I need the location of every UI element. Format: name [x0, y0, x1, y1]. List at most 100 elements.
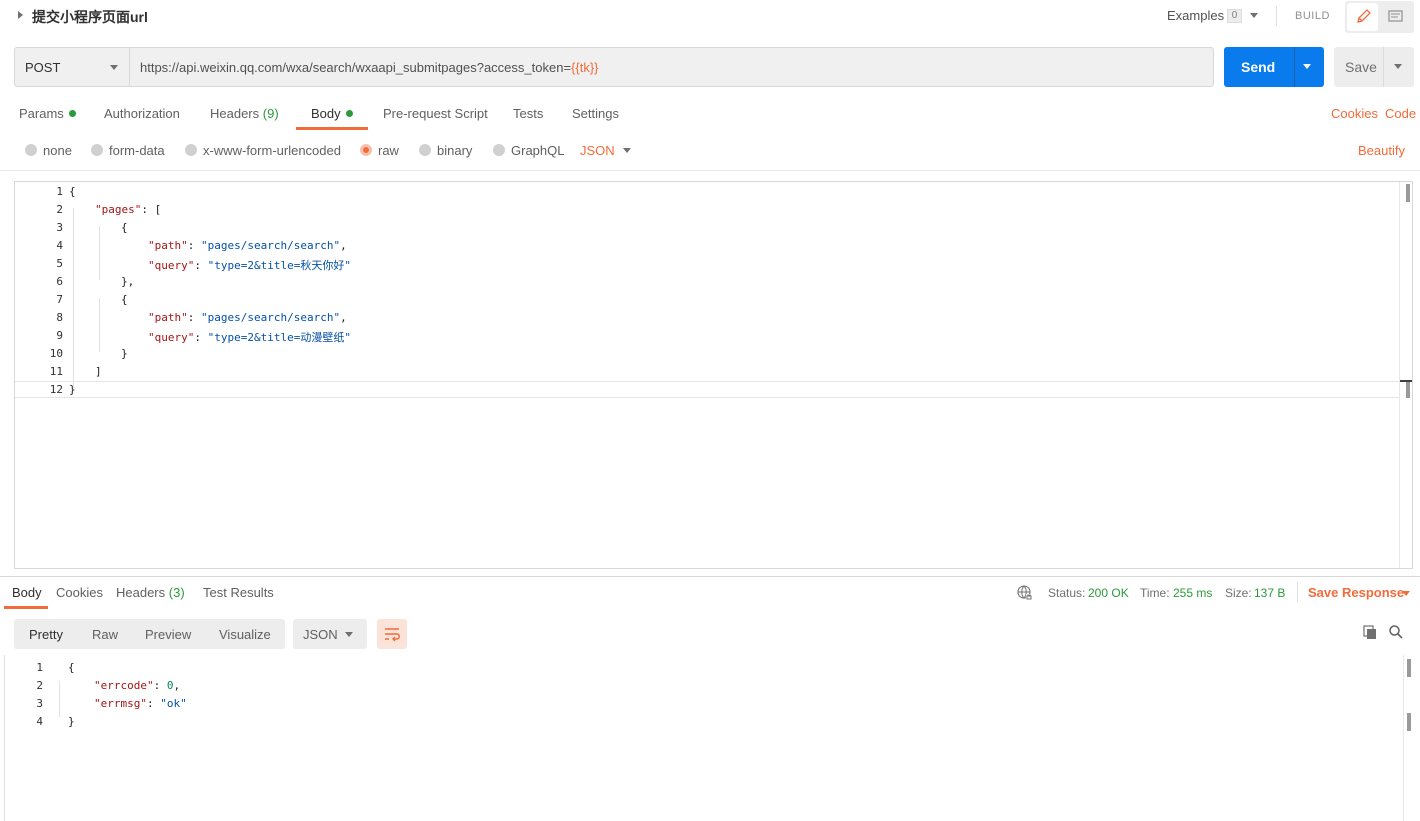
radio-graphql[interactable]: GraphQL — [493, 143, 564, 158]
body-format-select[interactable]: JSON — [580, 143, 615, 158]
tab-label: Headers — [210, 106, 260, 121]
save-response-button[interactable]: Save Response — [1308, 585, 1404, 600]
json-key: "errmsg" — [94, 697, 147, 710]
view-preview[interactable]: Preview — [145, 627, 191, 642]
url-variable: {{tk}} — [571, 60, 599, 75]
radio-icon — [419, 144, 431, 156]
tab-headers[interactable]: Headers (9) — [210, 106, 279, 121]
time-value[interactable]: 255 ms — [1173, 586, 1212, 600]
divider — [1294, 47, 1295, 87]
active-dot-icon — [345, 110, 353, 117]
tab-pre-request-script[interactable]: Pre-request Script — [383, 106, 488, 121]
pencil-icon[interactable] — [1347, 3, 1378, 31]
json-string: "type=2&title=动漫壁纸" — [207, 331, 351, 344]
code-line: { — [121, 221, 128, 234]
examples-dropdown[interactable]: Examples — [1167, 8, 1224, 23]
tab-label: Params — [19, 106, 64, 121]
radio-urlencoded[interactable]: x-www-form-urlencoded — [185, 143, 341, 158]
comment-icon[interactable] — [1380, 3, 1411, 31]
tab-settings[interactable]: Settings — [572, 106, 619, 121]
tab-label: Headers — [116, 585, 166, 600]
tab-tests[interactable]: Tests — [513, 106, 543, 121]
radio-label: binary — [437, 143, 473, 158]
beautify-link[interactable]: Beautify — [1358, 143, 1405, 158]
chevron-down-icon — [345, 632, 353, 637]
radio-icon — [185, 144, 197, 156]
json-key: "path" — [148, 239, 188, 252]
indent-guide — [73, 208, 74, 388]
line-number: 2 — [36, 679, 43, 692]
json-string: "type=2&title=秋天你好" — [207, 259, 351, 272]
save-button[interactable]: Save — [1334, 47, 1414, 87]
request-name[interactable]: 提交小程序页面url — [32, 7, 148, 27]
view-pretty[interactable]: Pretty — [29, 627, 63, 642]
line-number: 7 — [56, 293, 63, 306]
radio-form-data[interactable]: form-data — [91, 143, 165, 158]
tab-body[interactable]: Body — [311, 106, 353, 121]
code-link[interactable]: Code — [1385, 106, 1416, 121]
globe-icon[interactable] — [1017, 585, 1032, 600]
chevron-down-icon[interactable] — [1250, 13, 1258, 18]
http-method-select[interactable]: POST — [14, 47, 130, 87]
scrollbar-thumb[interactable] — [1406, 184, 1410, 202]
chevron-down-icon — [110, 65, 118, 70]
caret-right-icon[interactable] — [18, 11, 23, 19]
response-tab-cookies[interactable]: Cookies — [56, 585, 103, 600]
url-input[interactable]: https://api.weixin.qq.com/wxa/search/wxa… — [129, 47, 1214, 87]
response-tab-headers[interactable]: Headers (3) — [116, 585, 185, 600]
radio-icon — [25, 144, 37, 156]
cookies-link[interactable]: Cookies — [1331, 106, 1378, 121]
search-icon[interactable] — [1388, 624, 1404, 640]
line-number: 1 — [36, 661, 43, 674]
active-tab-indicator — [4, 606, 48, 609]
tab-label: Body — [311, 106, 341, 121]
size-value[interactable]: 137 B — [1254, 586, 1285, 600]
scrollbar-thumb[interactable] — [1407, 659, 1411, 677]
tab-params[interactable]: Params — [19, 106, 76, 121]
request-title-bar: 提交小程序页面url Examples 0 BUILD — [0, 0, 1420, 36]
scrollbar-thumb[interactable] — [1407, 713, 1411, 731]
json-key: "query" — [148, 331, 195, 344]
request-body-editor[interactable]: 1 2 3 4 5 6 7 8 9 10 11 12 { "pages": [ … — [14, 181, 1413, 569]
response-tab-body[interactable]: Body — [12, 585, 42, 600]
copy-icon[interactable] — [1362, 624, 1378, 640]
wrap-lines-icon[interactable] — [377, 619, 407, 649]
chevron-down-icon[interactable] — [623, 148, 631, 153]
json-string: "ok" — [160, 697, 187, 710]
tab-authorization[interactable]: Authorization — [104, 106, 180, 121]
indent-guide — [59, 681, 60, 717]
scrollbar-track — [1399, 182, 1400, 568]
active-tab-indicator — [296, 127, 368, 130]
code-line: "path": "pages/search/search", — [148, 311, 347, 324]
json-string: "pages/search/search" — [201, 311, 341, 324]
active-line-highlight — [15, 381, 1399, 398]
radio-selected-icon — [360, 144, 372, 156]
build-mode-label[interactable]: BUILD — [1295, 10, 1330, 22]
scrollbar-thumb[interactable] — [1406, 382, 1410, 398]
json-key: "query" — [148, 259, 195, 272]
radio-none[interactable]: none — [25, 143, 72, 158]
code-line: "query": "type=2&title=动漫壁纸" — [148, 331, 351, 344]
chevron-down-icon[interactable] — [1402, 591, 1410, 596]
method-value: POST — [25, 60, 61, 75]
response-tab-test-results[interactable]: Test Results — [203, 585, 274, 600]
response-body-viewer[interactable]: 1 2 3 4 { "errcode": 0, "errmsg": "ok" } — [4, 655, 1418, 821]
line-number: 4 — [36, 715, 43, 728]
json-key: "pages" — [95, 203, 142, 216]
examples-count-badge: 0 — [1227, 9, 1242, 23]
radio-binary[interactable]: binary — [419, 143, 472, 158]
divider — [0, 576, 1420, 577]
radio-raw[interactable]: raw — [360, 143, 399, 158]
radio-label: none — [43, 143, 72, 158]
line-number: 4 — [56, 239, 63, 252]
view-visualize[interactable]: Visualize — [219, 627, 271, 642]
response-format-select[interactable]: JSON — [293, 619, 367, 649]
chevron-down-icon[interactable] — [1303, 64, 1311, 69]
code-line: }, — [121, 275, 135, 288]
code-line: } — [121, 347, 128, 360]
chevron-down-icon[interactable] — [1394, 64, 1402, 69]
view-raw[interactable]: Raw — [92, 627, 118, 642]
send-button[interactable]: Send — [1224, 47, 1324, 87]
json-number: 0 — [166, 679, 174, 692]
divider — [1383, 47, 1384, 87]
